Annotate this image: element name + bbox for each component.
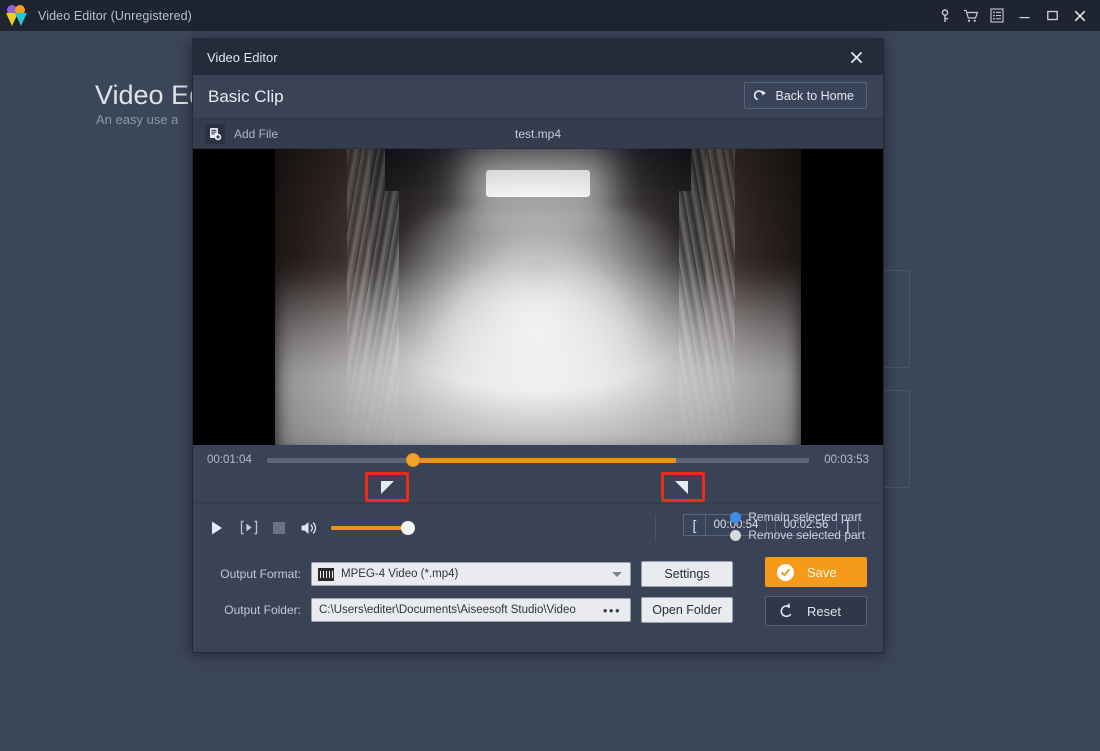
save-button[interactable]: Save [765,557,867,587]
chevron-down-icon [612,571,622,577]
background-page-subtitle: An easy use a [96,112,179,127]
reset-arrow-icon [778,602,795,620]
output-format-label: Output Format: [220,567,301,581]
trim-marker-row [193,472,883,503]
list-menu-icon[interactable] [984,0,1010,31]
reset-button[interactable]: Reset [765,596,867,626]
redo-arrow-icon [754,89,768,103]
reset-label: Reset [807,603,841,619]
ellipsis-icon[interactable]: ••• [603,604,621,617]
save-label: Save [807,564,837,580]
add-file-button[interactable]: Add File [205,123,279,144]
video-frame [275,149,801,445]
volume-slider-handle[interactable] [401,520,415,535]
radio-dot-selected-icon [730,511,742,523]
open-folder-button[interactable]: Open Folder [641,597,733,623]
timeline-selection-range [413,458,677,463]
back-to-home-button[interactable]: Back to Home [744,82,867,109]
output-format-select[interactable]: MPEG-4 Video (*.mp4) [311,562,631,586]
playback-controls-row: [ 00:00:54 00:02:56 ] Remain selected pa… [193,503,883,551]
back-to-home-label: Back to Home [775,88,854,103]
aiseesoft-logo-icon [6,4,28,27]
section-title: Basic Clip [208,86,284,106]
radio-remove-selected-part[interactable]: Remove selected part [730,528,865,542]
close-button[interactable] [1066,0,1094,31]
application-window: Video Editor (Unregistered) Video Edit A [0,0,1100,751]
action-buttons: Save Reset [765,557,867,626]
radio-dot-unselected-icon [730,529,742,541]
minimize-button[interactable] [1010,0,1038,31]
film-strip-icon [318,567,334,581]
current-file-name: test.mp4 [514,126,562,141]
volume-slider[interactable] [331,520,415,535]
maximize-button[interactable] [1038,0,1066,31]
timeline-track[interactable] [267,453,809,467]
trim-end-marker-icon[interactable] [675,481,688,494]
dialog-title: Video Editor [207,49,278,65]
step-frame-icon[interactable] [240,520,258,536]
app-window-controls [932,0,1100,31]
set-trim-start-button[interactable]: [ [683,514,705,536]
volume-icon[interactable] [300,520,320,536]
video-preview-area[interactable] [193,149,883,445]
file-toolbar-row: Add File test.mp4 [193,119,883,149]
output-settings-area: Output Format: MPEG-4 Video (*.mp4) Sett… [193,551,883,626]
output-folder-value: C:\Users\editer\Documents\Aiseesoft Stud… [319,604,576,616]
stop-icon[interactable] [273,521,285,534]
settings-button[interactable]: Settings [641,561,733,587]
output-format-value: MPEG-4 Video (*.mp4) [341,568,459,580]
timeline-start-time: 00:01:04 [207,454,252,466]
selection-mode-radio-group: Remain selected part Remove selected par… [730,510,865,542]
controls-divider [655,514,656,542]
timeline-scrubber-row: 00:01:04 00:03:53 [193,445,883,475]
timeline-end-time: 00:03:53 [824,454,869,466]
radio-label: Remain selected part [748,510,862,524]
shopping-cart-icon[interactable] [958,0,984,31]
timeline-playhead-handle[interactable] [406,453,421,467]
play-icon[interactable] [209,519,225,537]
add-file-icon [205,123,225,144]
radio-label: Remove selected part [748,528,865,542]
dialog-titlebar: Video Editor [193,39,883,75]
key-icon[interactable] [932,0,958,31]
check-circle-icon [777,563,794,581]
output-folder-input[interactable]: C:\Users\editer\Documents\Aiseesoft Stud… [311,598,631,622]
app-title: Video Editor (Unregistered) [38,8,192,23]
video-editor-dialog: Video Editor Basic Clip Back to Home Add… [192,38,884,653]
output-folder-label: Output Folder: [224,603,301,617]
add-file-label: Add File [234,126,279,141]
app-titlebar: Video Editor (Unregistered) [0,0,1100,31]
radio-remain-selected-part[interactable]: Remain selected part [730,510,865,524]
close-icon[interactable] [839,39,873,75]
dialog-subheader: Basic Clip Back to Home [193,75,883,119]
trim-start-marker-icon[interactable] [381,481,394,494]
